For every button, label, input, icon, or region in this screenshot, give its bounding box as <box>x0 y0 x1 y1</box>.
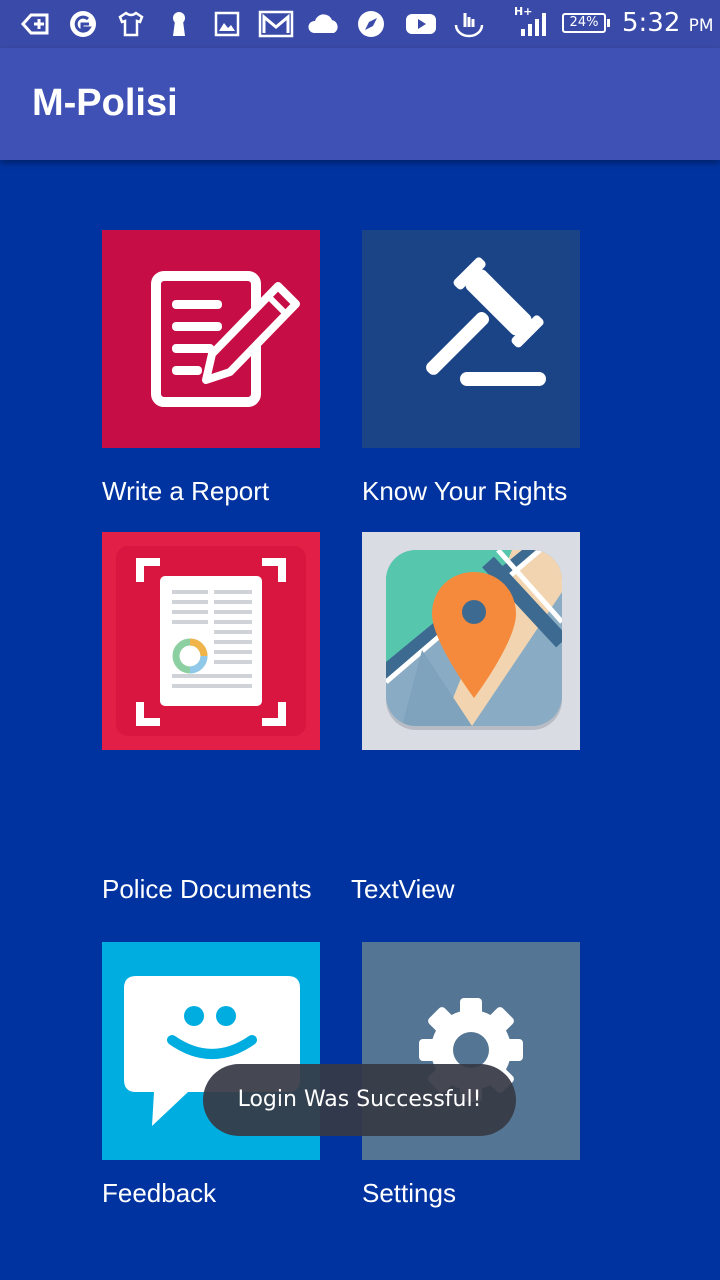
compass-icon <box>356 9 386 39</box>
keyhole-icon <box>164 9 194 39</box>
touchpal-icon <box>452 9 486 39</box>
know-rights-label[interactable]: Know Your Rights <box>362 476 567 507</box>
police-documents-label[interactable]: Police Documents <box>102 874 312 905</box>
app-bar: M-Polisi <box>0 48 720 160</box>
clock: 5:32 PM <box>622 8 714 38</box>
clock-time: 5:32 <box>622 8 681 38</box>
battery-icon: 24% <box>562 13 610 33</box>
know-rights-tile[interactable] <box>362 230 580 448</box>
map-pin-icon <box>362 532 580 750</box>
gallery-icon <box>212 9 242 39</box>
status-bar: H+ 24% 5:32 PM <box>0 0 720 48</box>
settings-label[interactable]: Settings <box>362 1178 456 1209</box>
tshirt-icon <box>116 9 146 39</box>
document-scan-icon <box>102 532 320 750</box>
police-documents-tile[interactable] <box>102 532 320 750</box>
write-report-label[interactable]: Write a Report <box>102 476 269 507</box>
textview-label[interactable]: TextView <box>351 874 455 905</box>
write-report-tile[interactable] <box>102 230 320 448</box>
gavel-icon <box>362 230 580 448</box>
youtube-icon <box>404 9 438 39</box>
toast-message: Login Was Successful! <box>203 1064 516 1136</box>
app-title: M-Polisi <box>32 82 178 124</box>
map-tile[interactable] <box>362 532 580 750</box>
add-box-icon <box>20 9 50 39</box>
browser-icon <box>68 9 98 39</box>
signal-icon <box>518 9 548 39</box>
gmail-icon <box>258 9 294 39</box>
cloud-icon <box>306 9 342 39</box>
clock-ampm: PM <box>688 16 714 36</box>
report-edit-icon <box>102 230 320 448</box>
feedback-label[interactable]: Feedback <box>102 1178 216 1209</box>
